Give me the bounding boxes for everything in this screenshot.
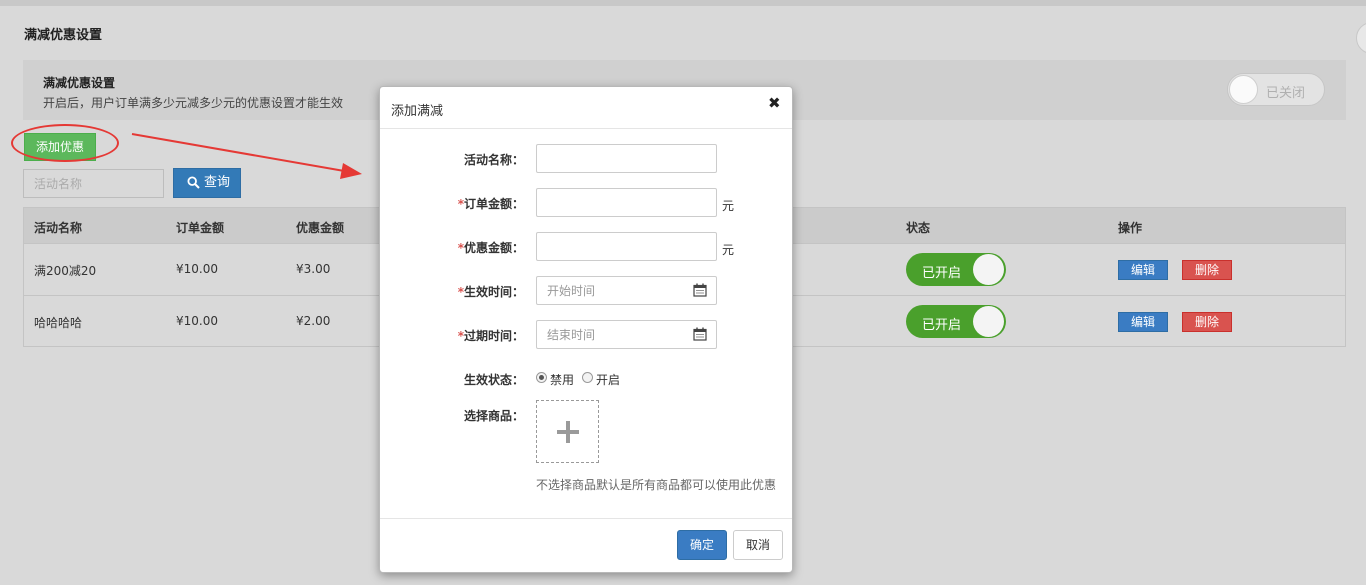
delete-button[interactable]: 删除 xyxy=(1182,312,1232,332)
label-order-amount: *订单金额： xyxy=(384,195,524,212)
modal-title: 添加满减 xyxy=(391,104,444,119)
status-toggle[interactable]: 已开启 xyxy=(906,305,1006,338)
modal-divider xyxy=(380,518,792,519)
label-discount-amount: *优惠金额： xyxy=(384,239,524,256)
edit-button[interactable]: 编辑 xyxy=(1118,312,1168,332)
radio-disabled-label[interactable]: 禁用 xyxy=(550,371,574,388)
th-actions: 操作 xyxy=(1118,221,1143,235)
th-order-amount: 订单金额 xyxy=(176,221,225,235)
label-text: 过期时间： xyxy=(463,329,524,343)
cell-discount-amount: ¥3.00 xyxy=(296,262,331,276)
delete-button[interactable]: 删除 xyxy=(1182,260,1232,280)
th-status: 状态 xyxy=(906,221,931,235)
query-label: 查询 xyxy=(204,175,231,190)
cell-discount-amount: ¥2.00 xyxy=(296,314,331,328)
calendar-icon[interactable] xyxy=(693,327,707,341)
cell-name: 满200减20 xyxy=(34,264,97,278)
cell-name: 哈哈哈哈 xyxy=(34,316,83,330)
label-text: 优惠金额： xyxy=(463,241,524,255)
label-text: 生效状态： xyxy=(463,373,524,387)
status-toggle[interactable]: 已开启 xyxy=(906,253,1006,286)
search-icon xyxy=(187,176,200,189)
toggle-knob xyxy=(973,254,1004,285)
cancel-button[interactable]: 取消 xyxy=(733,530,783,560)
search-input[interactable] xyxy=(23,169,164,198)
label-text: 选择商品： xyxy=(463,409,524,423)
status-label: 已开启 xyxy=(922,266,962,281)
radio-disabled[interactable] xyxy=(536,372,547,383)
modal-divider xyxy=(380,128,792,129)
label-end-time: *过期时间： xyxy=(384,327,524,344)
label-text: 活动名称： xyxy=(463,153,524,167)
cell-order-amount: ¥10.00 xyxy=(176,314,218,328)
th-name: 活动名称 xyxy=(34,221,83,235)
radio-enabled[interactable] xyxy=(582,372,593,383)
confirm-button[interactable]: 确定 xyxy=(677,530,727,560)
close-icon[interactable]: ✖ xyxy=(768,94,781,112)
start-time-input[interactable] xyxy=(536,276,717,305)
label-products: 选择商品： xyxy=(384,407,524,424)
status-label: 已开启 xyxy=(922,318,962,333)
label-name: 活动名称： xyxy=(384,151,524,168)
label-text: 生效时间： xyxy=(463,285,524,299)
label-status: 生效状态： xyxy=(384,371,524,388)
radio-enabled-label[interactable]: 开启 xyxy=(596,371,620,388)
edit-button[interactable]: 编辑 xyxy=(1118,260,1168,280)
order-amount-input[interactable] xyxy=(536,188,717,217)
label-text: 订单金额： xyxy=(463,197,524,211)
query-button[interactable]: 查询 xyxy=(173,168,241,198)
order-amount-unit: 元 xyxy=(722,199,735,213)
plus-icon xyxy=(566,421,570,443)
toggle-knob xyxy=(973,306,1004,337)
th-discount-amount: 优惠金额 xyxy=(296,221,345,235)
discount-amount-input[interactable] xyxy=(536,232,717,261)
discount-amount-unit: 元 xyxy=(722,243,735,257)
label-start-time: *生效时间： xyxy=(384,283,524,300)
cell-order-amount: ¥10.00 xyxy=(176,262,218,276)
end-time-input[interactable] xyxy=(536,320,717,349)
calendar-icon[interactable] xyxy=(693,283,707,297)
products-hint: 不选择商品默认是所有商品都可以使用此优惠 xyxy=(536,478,777,492)
add-discount-modal: 添加满减 ✖ 活动名称： *订单金额： 元 *优惠金额： 元 *生效时间： *过… xyxy=(379,86,793,573)
name-input[interactable] xyxy=(536,144,717,173)
select-products-button[interactable] xyxy=(536,400,599,463)
